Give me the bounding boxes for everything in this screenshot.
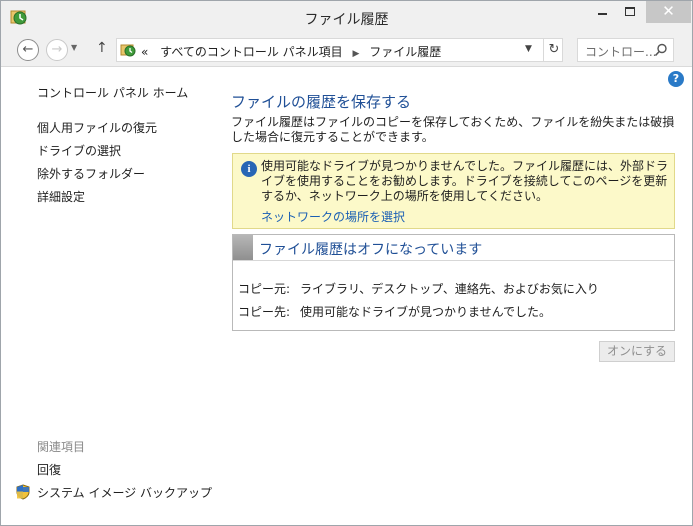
search-placeholder: コントロー... [585, 45, 657, 59]
breadcrumb-file-history[interactable]: ファイル履歴 [369, 45, 441, 59]
address-bar[interactable]: « すべてのコントロール パネル項目 ▶ ファイル履歴 ▼ ↻ [116, 38, 563, 62]
select-network-location-link[interactable]: ネットワークの場所を選択 [261, 208, 405, 225]
breadcrumb-all-items[interactable]: すべてのコントロール パネル項目 [160, 45, 343, 59]
address-dropdown-chevron-icon[interactable]: ▼ [525, 44, 532, 54]
copy-destination-label: コピー先: [238, 305, 291, 319]
status-header: ファイル履歴はオフになっています [233, 235, 674, 261]
close-icon: ✕ [662, 2, 675, 20]
control-panel-icon [120, 44, 136, 57]
navigation-bar: ← → ▼ ↑ « すべてのコントロール パネル項目 ▶ ファイル履歴 ▼ ↻ … [1, 33, 692, 67]
info-icon: i [241, 161, 257, 177]
refresh-button[interactable]: ↻ [543, 39, 564, 61]
forward-button[interactable]: → [46, 39, 68, 61]
copy-destination-value: 使用可能なドライブが見つかりませんでした。 [300, 305, 552, 319]
status-title: ファイル履歴はオフになっています [259, 242, 483, 258]
status-indicator [233, 235, 253, 260]
advanced-settings-link[interactable]: 詳細設定 [37, 188, 85, 205]
info-message: 使用可能なドライブが見つかりませんでした。ファイル履歴には、外部ドライブを使用す… [261, 159, 669, 203]
up-arrow-icon[interactable]: ↑ [96, 40, 108, 56]
select-drive-link[interactable]: ドライブの選択 [37, 142, 121, 159]
search-icon[interactable] [654, 43, 668, 57]
restore-personal-files-link[interactable]: 個人用ファイルの復元 [37, 119, 157, 136]
exclude-folders-link[interactable]: 除外するフォルダー [37, 165, 145, 182]
breadcrumb: « すべてのコントロール パネル項目 ▶ ファイル履歴 [141, 43, 441, 60]
arrow-left-icon: ← [22, 42, 34, 57]
uac-shield-icon [16, 484, 30, 500]
close-button[interactable]: ✕ [646, 1, 691, 23]
page-title: ファイルの履歴を保存する [231, 93, 412, 111]
turn-on-button[interactable]: オンにする [599, 341, 675, 362]
refresh-icon: ↻ [548, 42, 560, 57]
copy-source-label: コピー元: [238, 282, 291, 296]
breadcrumb-overflow[interactable]: « [141, 45, 148, 59]
back-button[interactable]: ← [17, 39, 39, 61]
recent-locations-chevron-icon[interactable]: ▼ [71, 43, 77, 52]
copy-source-value: ライブラリ、デスクトップ、連絡先、およびお気に入り [300, 282, 599, 296]
system-image-backup-link[interactable]: システム イメージ バックアップ [37, 484, 212, 501]
minimize-button[interactable] [588, 1, 616, 23]
help-icon[interactable]: ? [668, 71, 684, 87]
status-panel: ファイル履歴はオフになっています コピー元: ライブラリ、デスクトップ、連絡先、… [232, 234, 675, 331]
breadcrumb-separator-icon[interactable]: ▶ [353, 49, 360, 59]
recovery-link[interactable]: 回復 [37, 461, 61, 478]
maximize-button[interactable] [616, 1, 644, 23]
control-panel-home-link[interactable]: コントロール パネル ホーム [37, 84, 188, 101]
arrow-right-icon: → [51, 42, 63, 57]
title-bar[interactable]: ファイル履歴 ✕ [1, 1, 692, 33]
related-heading: 関連項目 [37, 440, 86, 454]
search-input[interactable]: コントロー... [577, 38, 674, 62]
maximize-icon [625, 7, 635, 16]
no-drive-info-box: i 使用可能なドライブが見つかりませんでした。ファイル履歴には、外部ドライブを使… [232, 153, 675, 229]
left-navigation-pane: コントロール パネル ホーム 個人用ファイルの復元 ドライブの選択 除外するフォ… [1, 68, 216, 526]
page-description: ファイル履歴はファイルのコピーを保存しておくため、ファイルを紛失または破損した場… [231, 115, 675, 144]
minimize-icon [598, 13, 607, 15]
file-history-window: ファイル履歴 ✕ ← → ▼ ↑ « すべてのコントロール パネル項目 ▶ ファ… [0, 0, 693, 526]
